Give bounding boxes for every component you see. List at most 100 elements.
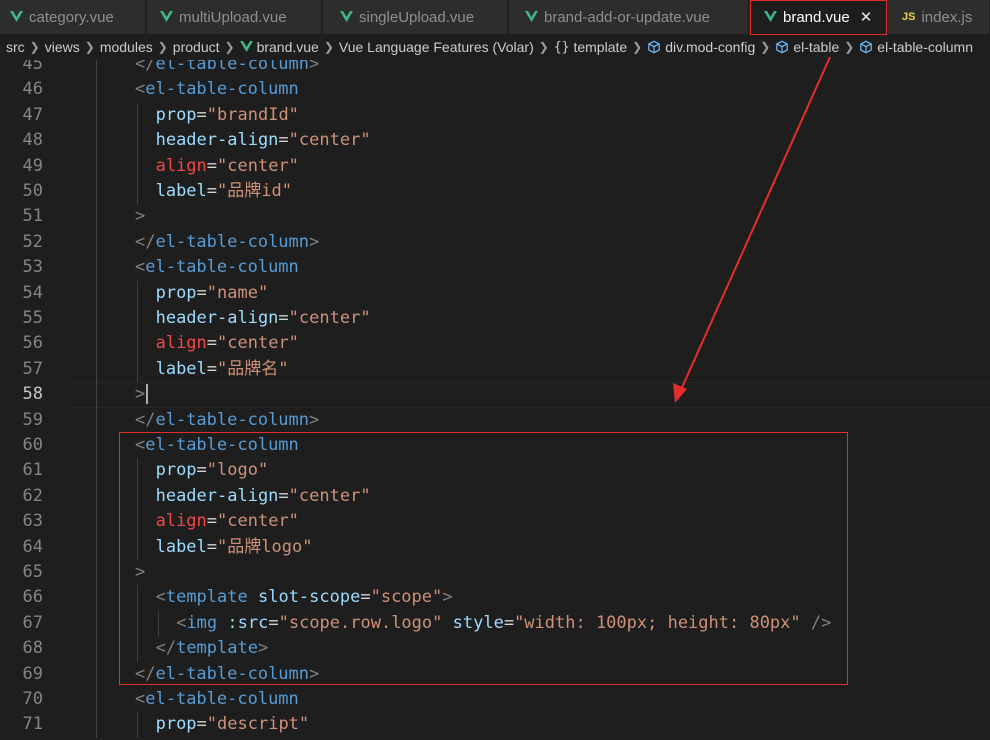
code-line[interactable]: 45 </el-table-column> [0, 60, 990, 78]
code-editor[interactable]: 45 </el-table-column> 46 <el-table-column 47… [0, 60, 990, 740]
line-number: 45 [22, 60, 43, 74]
indent-guide [96, 585, 97, 611]
breadcrumb: src ❯ views ❯ modules ❯ product ❯ brand.… [0, 34, 990, 60]
indent-guide [96, 306, 97, 332]
code-line[interactable]: 71 prop="descript" [0, 712, 990, 738]
tab-multiupload-vue[interactable]: multiUpload.vue [147, 0, 322, 34]
js-icon: JS [902, 11, 916, 23]
code-text: > [135, 206, 146, 227]
code-text: <el-table-column [135, 257, 299, 278]
indent-guide [96, 179, 97, 205]
indent-guide [137, 458, 138, 484]
code-line[interactable]: 68 </template> [0, 636, 990, 662]
tab-brand-vue[interactable]: brand.vue ✕ [750, 0, 887, 34]
chevron-right-icon: ❯ [29, 40, 40, 54]
breadcrumb-item-template[interactable]: {} template [554, 39, 627, 55]
code-line[interactable]: 52 </el-table-column> [0, 229, 990, 256]
breadcrumb-item-el-table[interactable]: el-table [775, 39, 839, 55]
vue-icon [340, 11, 353, 22]
indent-guide [137, 712, 138, 738]
code-line[interactable]: 60 <el-table-column [0, 433, 990, 459]
code-line[interactable]: 58 > [0, 382, 990, 408]
line-number: 59 [22, 409, 43, 430]
tab-label: category.vue [29, 8, 114, 26]
code-text: header-align="center" [155, 308, 371, 328]
code-line[interactable]: 62 header-align="center" [0, 483, 990, 510]
line-number: 61 [22, 460, 43, 481]
tab-category-vue[interactable]: category.vue [0, 0, 146, 34]
vue-icon [10, 11, 23, 22]
code-line[interactable]: 69 </el-table-column> [0, 661, 990, 687]
tab-singleupload-vue[interactable]: singleUpload.vue [323, 0, 508, 34]
code-line[interactable]: 51 > [0, 204, 990, 230]
indent-guide [157, 610, 159, 637]
close-icon[interactable]: ✕ [860, 8, 873, 26]
line-number: 46 [22, 79, 43, 100]
indent-guide [137, 128, 138, 154]
code-text: label="品牌logo" [155, 536, 313, 557]
breadcrumb-file-label: brand.vue [256, 39, 319, 55]
code-text: </el-table-column> [135, 231, 320, 252]
code-line[interactable]: 46 <el-table-column [0, 77, 990, 103]
indent-guide [96, 534, 97, 560]
code-line[interactable]: 48 header-align="center" [0, 128, 990, 154]
line-number: 71 [22, 714, 43, 735]
line-number: 70 [22, 689, 43, 709]
code-line[interactable]: 56 align="center" [0, 331, 990, 357]
chevron-right-icon: ❯ [760, 40, 771, 54]
code-text: prop="name" [155, 282, 269, 303]
tab-label: brand.vue [783, 8, 850, 26]
code-line[interactable]: 50 label="品牌id" [0, 179, 990, 205]
breadcrumb-item-src[interactable]: src [6, 39, 25, 55]
code-text: </el-table-column> [135, 60, 320, 74]
code-line[interactable]: 63 align="center" [0, 509, 990, 535]
code-line[interactable]: 64 label="品牌logo" [0, 534, 990, 560]
code-text: header-align="center" [155, 130, 371, 151]
breadcrumb-item-file[interactable]: brand.vue [239, 39, 319, 55]
tab-brand-add-or-update-vue[interactable]: brand-add-or-update.vue [509, 0, 749, 34]
chevron-right-icon: ❯ [844, 40, 855, 54]
code-line[interactable]: 57 label="品牌名" [0, 356, 990, 383]
code-line[interactable]: 49 align="center" [0, 153, 990, 179]
breadcrumb-item-el-table-column[interactable]: el-table-column [859, 39, 973, 55]
tab-label: multiUpload.vue [179, 8, 287, 26]
indent-guide [137, 534, 138, 560]
chevron-right-icon: ❯ [157, 40, 168, 54]
tab-index-js[interactable]: JS index.js [888, 0, 990, 34]
indent-guide [96, 433, 97, 459]
code-text: </template> [155, 638, 269, 659]
indent-guide [137, 636, 138, 662]
indent-guide [137, 331, 138, 357]
vue-icon [239, 41, 253, 52]
code-text: prop="brandId" [155, 104, 299, 125]
code-line[interactable]: 53 <el-table-column [0, 255, 990, 281]
line-number: 66 [22, 587, 43, 608]
chevron-right-icon: ❯ [632, 40, 643, 54]
code-line[interactable]: 55 header-align="center" [0, 306, 990, 332]
code-line[interactable]: 61 prop="logo" [0, 458, 990, 484]
code-line[interactable]: 54 prop="name" [0, 280, 990, 306]
code-text: <img :src="scope.row.logo" style="width:… [176, 612, 832, 633]
breadcrumb-item-views[interactable]: views [45, 39, 80, 55]
breadcrumb-item-div-mod-config[interactable]: div.mod-config [647, 39, 755, 55]
breadcrumb-item-product[interactable]: product [173, 39, 220, 55]
breadcrumb-item-language[interactable]: Vue Language Features (Volar) [339, 39, 534, 55]
code-line[interactable]: 66 <template slot-scope="scope"> [0, 585, 990, 611]
code-line[interactable]: 65 > [0, 560, 990, 586]
code-text: <template slot-scope="scope"> [155, 587, 453, 608]
line-number: 55 [22, 308, 43, 328]
text-cursor [146, 384, 149, 405]
breadcrumb-item-modules[interactable]: modules [100, 39, 153, 55]
vue-icon [764, 11, 777, 22]
code-line[interactable]: 70 <el-table-column [0, 687, 990, 713]
code-line[interactable]: 47 prop="brandId" [0, 102, 990, 129]
indent-guide [96, 483, 97, 510]
vue-icon [525, 11, 538, 22]
line-number: 49 [22, 155, 43, 176]
indent-guide [137, 179, 138, 205]
braces-icon: {} [553, 39, 570, 55]
code-line[interactable]: 59 </el-table-column> [0, 407, 990, 433]
breadcrumb-el-table-label: el-table [793, 39, 840, 55]
code-line[interactable]: 67 <img :src="scope.row.logo" style="widt… [0, 610, 990, 637]
cube-icon [776, 40, 789, 54]
